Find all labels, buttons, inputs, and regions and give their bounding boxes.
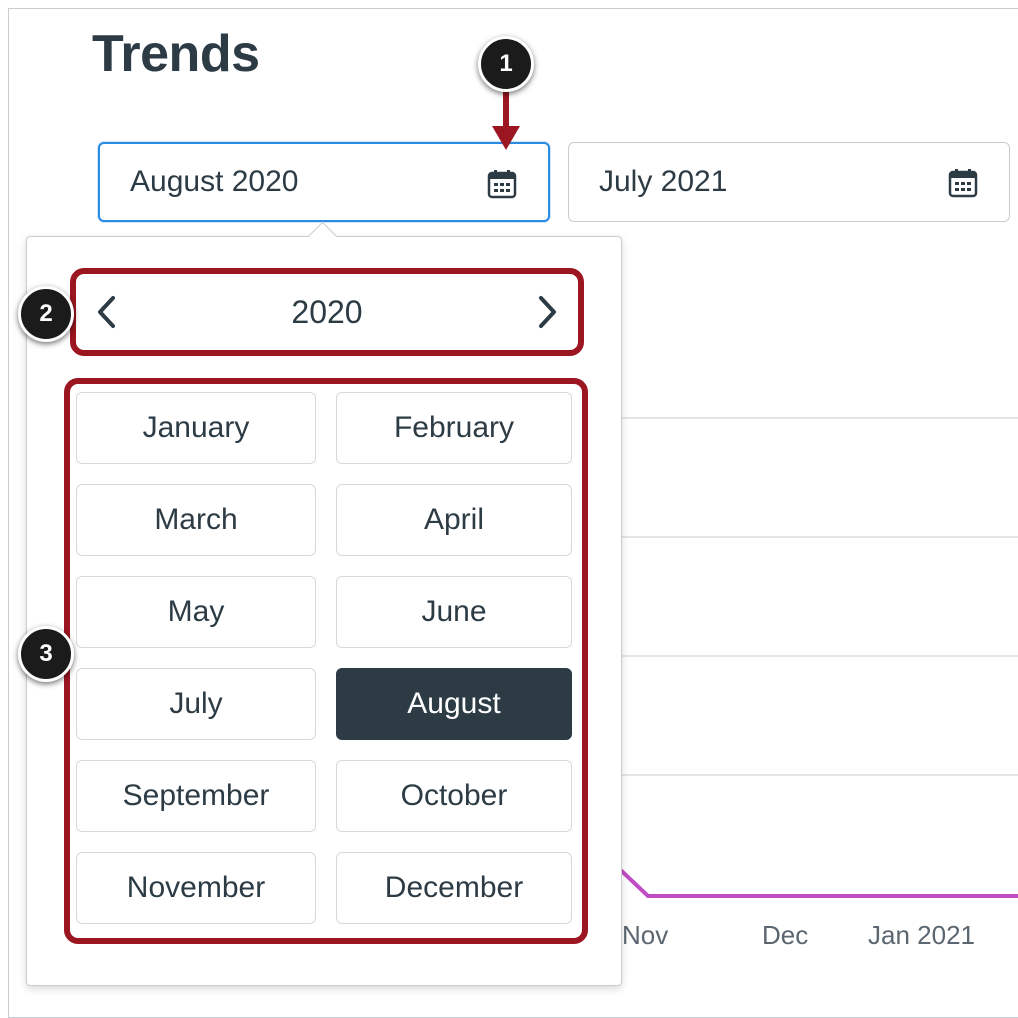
end-date-input[interactable]: July 2021 [568, 142, 1010, 222]
month-february[interactable]: February [336, 392, 572, 464]
calendar-icon[interactable] [947, 167, 979, 199]
month-march[interactable]: March [76, 484, 316, 556]
month-september[interactable]: September [76, 760, 316, 832]
year-label: 2020 [291, 294, 363, 330]
month-january[interactable]: January [76, 392, 316, 464]
month-april[interactable]: April [336, 484, 572, 556]
chevron-right-icon [539, 296, 556, 328]
trend-line [608, 858, 1018, 898]
month-june[interactable]: June [336, 576, 572, 648]
year-navigation: 2020 [70, 268, 584, 356]
x-tick-jan-2021: Jan 2021 [868, 920, 975, 950]
next-year-button[interactable] [528, 288, 568, 336]
callout-1: 1 [478, 36, 534, 92]
page-title: Trends [92, 25, 260, 83]
chart-gridline [600, 417, 1018, 419]
x-tick-nov: Nov [622, 920, 669, 950]
x-tick-dec: Dec [762, 920, 809, 950]
calendar-icon[interactable] [486, 168, 518, 200]
month-october[interactable]: October [336, 760, 572, 832]
chart-gridline [600, 536, 1018, 538]
end-date-value: July 2021 [599, 165, 728, 198]
month-august-selected[interactable]: August [336, 668, 572, 740]
chart-gridline [600, 655, 1018, 657]
callout-2: 2 [18, 286, 74, 342]
month-may[interactable]: May [76, 576, 316, 648]
chart-gridline [600, 774, 1018, 776]
month-december[interactable]: December [336, 852, 572, 924]
start-date-input[interactable]: August 2020 [98, 142, 550, 222]
callout-3: 3 [18, 626, 74, 682]
month-november[interactable]: November [76, 852, 316, 924]
callout-arrow [492, 90, 520, 150]
month-july[interactable]: July [76, 668, 316, 740]
start-date-value: August 2020 [130, 165, 299, 198]
